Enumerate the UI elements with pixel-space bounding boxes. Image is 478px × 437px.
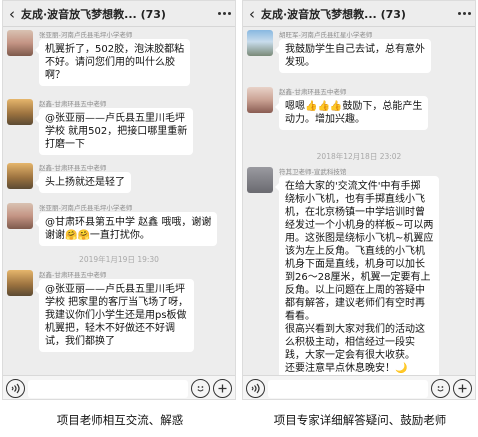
caption-left: 项目老师相互交流、解惑 bbox=[56, 413, 184, 427]
avatar[interactable] bbox=[7, 30, 33, 56]
avatar[interactable] bbox=[7, 163, 33, 189]
message-bubble[interactable]: @张亚丽——卢氏县五里川毛坪 学校 把家里的客厅当飞场了呀， 我建议你们小学生还… bbox=[34, 279, 195, 352]
back-arrow-icon[interactable]: ‹ bbox=[243, 1, 261, 27]
message-bubble[interactable]: @张亚丽——卢氏县五里川毛坪 学校 就用502，把接口哪里重新 打磨一下 bbox=[34, 108, 194, 155]
message-bubble[interactable]: 机翼折了，502胶，泡沫胶都粘 不好。请问您们用的叫什么胶 啊？ bbox=[34, 39, 191, 86]
timestamp: 2018年12月18日 23:02 bbox=[316, 152, 402, 161]
input-bar bbox=[3, 375, 235, 399]
plus-icon[interactable] bbox=[213, 379, 232, 398]
chat-header: ‹ 友成·波音放飞梦想教... (73) bbox=[3, 1, 235, 27]
sender-name: 胡旺军-河南卢氏县红星小学老师 bbox=[279, 31, 373, 39]
input-bar bbox=[243, 375, 475, 399]
message-bubble[interactable]: 我鼓励学生自己去试，总有意外 发现。 bbox=[275, 39, 431, 73]
voice-icon[interactable] bbox=[246, 379, 265, 398]
message-input[interactable] bbox=[28, 379, 188, 398]
sender-name: 赵鑫-甘肃环县五中老师 bbox=[39, 100, 107, 108]
message-bubble[interactable]: 嗯嗯👍👍👍鼓励下，总能产生 动力。增加兴趣。 bbox=[274, 96, 429, 130]
sender-name: 张亚丽-河南卢氏县毛坪小学老师 bbox=[39, 31, 133, 39]
avatar[interactable] bbox=[7, 99, 33, 125]
back-arrow-icon[interactable]: ‹ bbox=[3, 1, 21, 27]
avatar[interactable] bbox=[247, 167, 273, 193]
message-bubble[interactable]: 在给大家的'交流文件'中有手掷 绕标小飞机，也有手掷直线小飞 机，在北京杨镇一中… bbox=[274, 176, 440, 379]
plus-icon[interactable] bbox=[453, 379, 472, 398]
emoji-icon[interactable] bbox=[431, 379, 450, 398]
message-list[interactable]: 胡旺军-河南卢氏县红星小学老师 我鼓励学生自己去试，总有意外 发现。 赵鑫-甘肃… bbox=[243, 27, 475, 379]
chat-title: 友成·波音放飞梦想教... bbox=[21, 7, 137, 21]
member-count: (73) bbox=[140, 7, 166, 21]
chat-header: ‹ 友成·波音放飞梦想教... (73) bbox=[243, 1, 475, 27]
timestamp: 2019年1月19日 19:30 bbox=[79, 255, 159, 264]
avatar[interactable] bbox=[7, 203, 33, 229]
message-bubble[interactable]: @甘肃环县第五中学 赵鑫 哦哦，谢谢 谢谢🤗🤗一直打扰你。 bbox=[34, 212, 218, 246]
avatar[interactable] bbox=[247, 87, 273, 113]
chat-window-left: ‹ 友成·波音放飞梦想教... (73) 张亚丽-河南卢氏县毛坪小学老师 机翼折… bbox=[2, 0, 236, 400]
emoji-icon[interactable] bbox=[191, 379, 210, 398]
more-options-icon[interactable] bbox=[453, 12, 475, 15]
member-count: (73) bbox=[380, 7, 406, 21]
caption-right: 项目专家详细解答疑问、鼓励老师 bbox=[273, 413, 447, 427]
chat-title: 友成·波音放飞梦想教... bbox=[261, 7, 377, 21]
message-input[interactable] bbox=[268, 379, 428, 398]
sender-name: 赵鑫-甘肃环县五中老师 bbox=[279, 88, 347, 96]
chat-window-right: ‹ 友成·波音放飞梦想教... (73) 胡旺军-河南卢氏县红星小学老师 我鼓励… bbox=[242, 0, 476, 400]
message-list[interactable]: 张亚丽-河南卢氏县毛坪小学老师 机翼折了，502胶，泡沫胶都粘 不好。请问您们用… bbox=[3, 27, 235, 375]
sender-name: 赵鑫-甘肃环县五中老师 bbox=[39, 164, 107, 172]
avatar[interactable] bbox=[7, 270, 33, 296]
avatar[interactable] bbox=[247, 30, 273, 56]
sender-name: 赵鑫-甘肃环县五中老师 bbox=[39, 271, 107, 279]
message-bubble[interactable]: 头上扬就还是轻了 bbox=[35, 172, 131, 193]
sender-name: 张亚丽-河南卢氏县毛坪小学老师 bbox=[39, 204, 133, 212]
more-options-icon[interactable] bbox=[213, 12, 235, 15]
sender-name: 符其卫老师-宣武科技馆 bbox=[279, 168, 347, 176]
voice-icon[interactable] bbox=[6, 379, 25, 398]
